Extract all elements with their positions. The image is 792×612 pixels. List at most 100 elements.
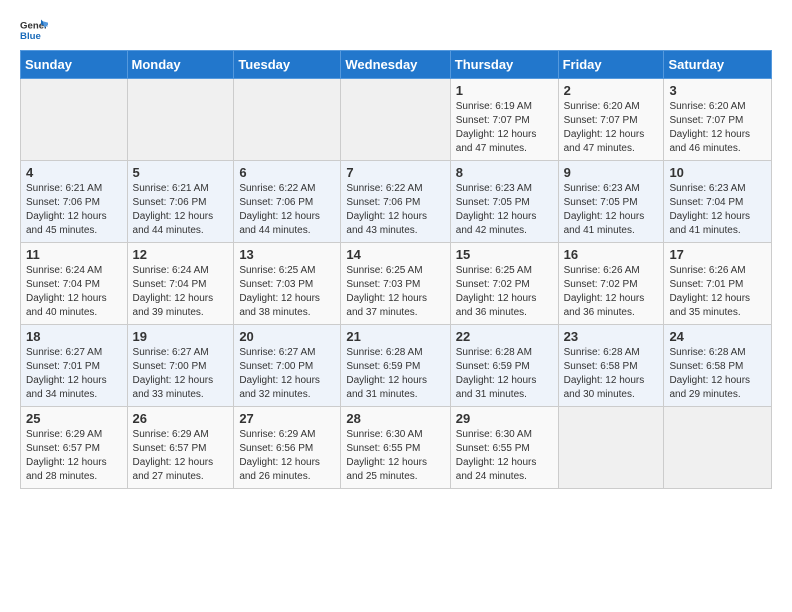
calendar-cell: 19 Sunrise: 6:27 AM Sunset: 7:00 PM Dayli… <box>127 325 234 407</box>
calendar-cell: 20 Sunrise: 6:27 AM Sunset: 7:00 PM Dayli… <box>234 325 341 407</box>
day-info: Sunrise: 6:20 AM Sunset: 7:07 PM Dayligh… <box>669 100 766 156</box>
day-info: Sunrise: 6:29 AM Sunset: 6:57 PM Dayligh… <box>133 428 229 484</box>
calendar-cell: 9 Sunrise: 6:23 AM Sunset: 7:05 PM Daylig… <box>558 161 664 243</box>
calendar-cell: 21 Sunrise: 6:28 AM Sunset: 6:59 PM Dayli… <box>341 325 450 407</box>
calendar-cell <box>341 79 450 161</box>
calendar-cell <box>664 407 772 489</box>
calendar-cell: 5 Sunrise: 6:21 AM Sunset: 7:06 PM Daylig… <box>127 161 234 243</box>
day-number: 19 <box>133 329 229 344</box>
day-info: Sunrise: 6:21 AM Sunset: 7:06 PM Dayligh… <box>133 182 229 238</box>
day-number: 10 <box>669 165 766 180</box>
day-info: Sunrise: 6:30 AM Sunset: 6:55 PM Dayligh… <box>346 428 444 484</box>
weekday-header-saturday: Saturday <box>664 51 772 79</box>
day-info: Sunrise: 6:27 AM Sunset: 7:00 PM Dayligh… <box>133 346 229 402</box>
logo-icon: General Blue <box>20 16 48 44</box>
day-info: Sunrise: 6:28 AM Sunset: 6:59 PM Dayligh… <box>346 346 444 402</box>
calendar-cell: 2 Sunrise: 6:20 AM Sunset: 7:07 PM Daylig… <box>558 79 664 161</box>
day-info: Sunrise: 6:28 AM Sunset: 6:58 PM Dayligh… <box>564 346 659 402</box>
day-info: Sunrise: 6:24 AM Sunset: 7:04 PM Dayligh… <box>26 264 122 320</box>
weekday-header-monday: Monday <box>127 51 234 79</box>
day-number: 29 <box>456 411 553 426</box>
calendar-cell: 12 Sunrise: 6:24 AM Sunset: 7:04 PM Dayli… <box>127 243 234 325</box>
calendar-cell: 7 Sunrise: 6:22 AM Sunset: 7:06 PM Daylig… <box>341 161 450 243</box>
day-number: 28 <box>346 411 444 426</box>
day-info: Sunrise: 6:27 AM Sunset: 7:00 PM Dayligh… <box>239 346 335 402</box>
day-number: 25 <box>26 411 122 426</box>
day-info: Sunrise: 6:23 AM Sunset: 7:04 PM Dayligh… <box>669 182 766 238</box>
day-info: Sunrise: 6:27 AM Sunset: 7:01 PM Dayligh… <box>26 346 122 402</box>
day-info: Sunrise: 6:25 AM Sunset: 7:03 PM Dayligh… <box>346 264 444 320</box>
day-info: Sunrise: 6:23 AM Sunset: 7:05 PM Dayligh… <box>564 182 659 238</box>
calendar-table: SundayMondayTuesdayWednesdayThursdayFrid… <box>20 50 772 489</box>
day-info: Sunrise: 6:29 AM Sunset: 6:57 PM Dayligh… <box>26 428 122 484</box>
day-number: 9 <box>564 165 659 180</box>
day-number: 16 <box>564 247 659 262</box>
calendar-cell: 16 Sunrise: 6:26 AM Sunset: 7:02 PM Dayli… <box>558 243 664 325</box>
calendar-cell: 14 Sunrise: 6:25 AM Sunset: 7:03 PM Dayli… <box>341 243 450 325</box>
calendar-cell: 13 Sunrise: 6:25 AM Sunset: 7:03 PM Dayli… <box>234 243 341 325</box>
weekday-header-thursday: Thursday <box>450 51 558 79</box>
day-info: Sunrise: 6:29 AM Sunset: 6:56 PM Dayligh… <box>239 428 335 484</box>
calendar-cell: 8 Sunrise: 6:23 AM Sunset: 7:05 PM Daylig… <box>450 161 558 243</box>
calendar-cell: 29 Sunrise: 6:30 AM Sunset: 6:55 PM Dayli… <box>450 407 558 489</box>
day-number: 24 <box>669 329 766 344</box>
day-number: 5 <box>133 165 229 180</box>
calendar-cell: 18 Sunrise: 6:27 AM Sunset: 7:01 PM Dayli… <box>21 325 128 407</box>
weekday-header-sunday: Sunday <box>21 51 128 79</box>
day-info: Sunrise: 6:19 AM Sunset: 7:07 PM Dayligh… <box>456 100 553 156</box>
day-number: 15 <box>456 247 553 262</box>
day-number: 13 <box>239 247 335 262</box>
calendar-cell: 4 Sunrise: 6:21 AM Sunset: 7:06 PM Daylig… <box>21 161 128 243</box>
day-info: Sunrise: 6:22 AM Sunset: 7:06 PM Dayligh… <box>239 182 335 238</box>
calendar-cell <box>558 407 664 489</box>
day-number: 27 <box>239 411 335 426</box>
day-number: 18 <box>26 329 122 344</box>
calendar-cell: 11 Sunrise: 6:24 AM Sunset: 7:04 PM Dayli… <box>21 243 128 325</box>
calendar-cell: 10 Sunrise: 6:23 AM Sunset: 7:04 PM Dayli… <box>664 161 772 243</box>
weekday-header-wednesday: Wednesday <box>341 51 450 79</box>
calendar-cell <box>127 79 234 161</box>
calendar-cell: 27 Sunrise: 6:29 AM Sunset: 6:56 PM Dayli… <box>234 407 341 489</box>
day-number: 17 <box>669 247 766 262</box>
day-info: Sunrise: 6:23 AM Sunset: 7:05 PM Dayligh… <box>456 182 553 238</box>
day-number: 21 <box>346 329 444 344</box>
calendar-cell: 22 Sunrise: 6:28 AM Sunset: 6:59 PM Dayli… <box>450 325 558 407</box>
day-info: Sunrise: 6:26 AM Sunset: 7:02 PM Dayligh… <box>564 264 659 320</box>
day-info: Sunrise: 6:28 AM Sunset: 6:59 PM Dayligh… <box>456 346 553 402</box>
day-number: 14 <box>346 247 444 262</box>
calendar-cell: 28 Sunrise: 6:30 AM Sunset: 6:55 PM Dayli… <box>341 407 450 489</box>
day-number: 8 <box>456 165 553 180</box>
day-number: 26 <box>133 411 229 426</box>
day-number: 4 <box>26 165 122 180</box>
day-info: Sunrise: 6:26 AM Sunset: 7:01 PM Dayligh… <box>669 264 766 320</box>
day-info: Sunrise: 6:22 AM Sunset: 7:06 PM Dayligh… <box>346 182 444 238</box>
calendar-cell <box>21 79 128 161</box>
day-number: 6 <box>239 165 335 180</box>
calendar-cell <box>234 79 341 161</box>
day-info: Sunrise: 6:30 AM Sunset: 6:55 PM Dayligh… <box>456 428 553 484</box>
day-info: Sunrise: 6:21 AM Sunset: 7:06 PM Dayligh… <box>26 182 122 238</box>
day-number: 11 <box>26 247 122 262</box>
day-number: 12 <box>133 247 229 262</box>
day-number: 7 <box>346 165 444 180</box>
day-info: Sunrise: 6:20 AM Sunset: 7:07 PM Dayligh… <box>564 100 659 156</box>
calendar-cell: 23 Sunrise: 6:28 AM Sunset: 6:58 PM Dayli… <box>558 325 664 407</box>
day-info: Sunrise: 6:25 AM Sunset: 7:03 PM Dayligh… <box>239 264 335 320</box>
day-info: Sunrise: 6:24 AM Sunset: 7:04 PM Dayligh… <box>133 264 229 320</box>
calendar-cell: 6 Sunrise: 6:22 AM Sunset: 7:06 PM Daylig… <box>234 161 341 243</box>
day-number: 23 <box>564 329 659 344</box>
day-number: 22 <box>456 329 553 344</box>
day-info: Sunrise: 6:28 AM Sunset: 6:58 PM Dayligh… <box>669 346 766 402</box>
svg-text:Blue: Blue <box>20 31 41 42</box>
calendar-cell: 17 Sunrise: 6:26 AM Sunset: 7:01 PM Dayli… <box>664 243 772 325</box>
logo: General Blue <box>20 16 48 44</box>
day-info: Sunrise: 6:25 AM Sunset: 7:02 PM Dayligh… <box>456 264 553 320</box>
calendar-cell: 26 Sunrise: 6:29 AM Sunset: 6:57 PM Dayli… <box>127 407 234 489</box>
calendar-cell: 3 Sunrise: 6:20 AM Sunset: 7:07 PM Daylig… <box>664 79 772 161</box>
calendar-cell: 1Sunrise: 6:19 AM Sunset: 7:07 PM Daylig… <box>450 79 558 161</box>
calendar-cell: 25 Sunrise: 6:29 AM Sunset: 6:57 PM Dayli… <box>21 407 128 489</box>
day-number: 3 <box>669 83 766 98</box>
day-number: 20 <box>239 329 335 344</box>
day-number: 2 <box>564 83 659 98</box>
calendar-cell: 15 Sunrise: 6:25 AM Sunset: 7:02 PM Dayli… <box>450 243 558 325</box>
